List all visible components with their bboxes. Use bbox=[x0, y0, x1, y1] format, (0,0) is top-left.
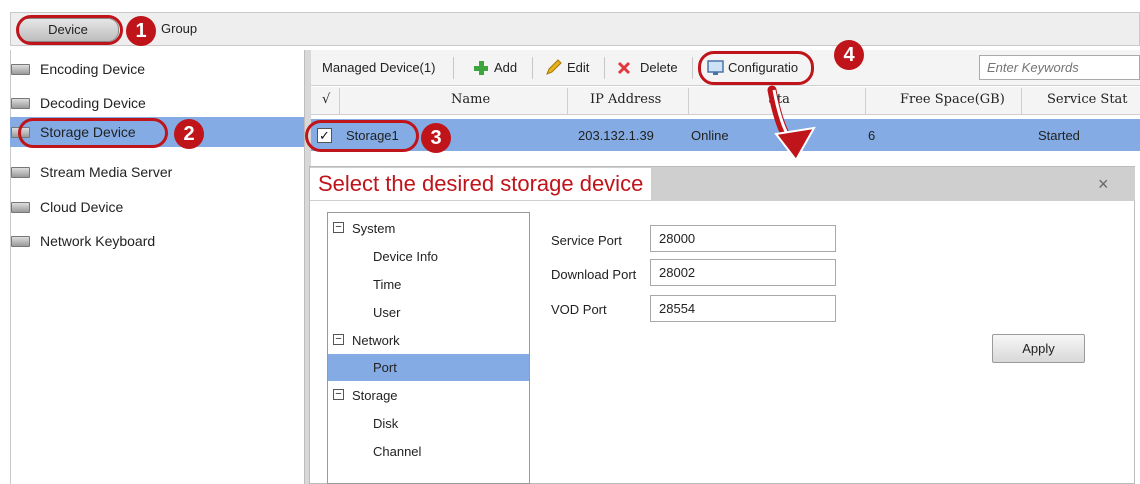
sidebar-item-label: Cloud Device bbox=[40, 199, 124, 215]
tree-node-label: Network bbox=[352, 333, 400, 348]
add-label: Add bbox=[494, 60, 518, 75]
delete-x-icon bbox=[617, 61, 631, 75]
tree-item-user[interactable]: User bbox=[373, 305, 400, 320]
edit-button[interactable]: Edit bbox=[540, 56, 600, 80]
collapse-icon[interactable]: − bbox=[333, 222, 344, 233]
column-divider bbox=[339, 88, 340, 115]
column-divider bbox=[567, 88, 568, 115]
sidebar-item-label: Decoding Device bbox=[40, 95, 146, 111]
tab-group[interactable]: Group bbox=[161, 21, 197, 36]
column-divider bbox=[865, 88, 866, 115]
download-port-input[interactable] bbox=[650, 259, 836, 286]
sidebar-item-decoding-device[interactable]: Decoding Device bbox=[11, 90, 304, 116]
delete-button[interactable]: Delete bbox=[614, 56, 688, 80]
tree-item-device-info[interactable]: Device Info bbox=[373, 249, 438, 264]
toolbar-divider bbox=[692, 57, 693, 79]
vod-port-input[interactable] bbox=[650, 295, 836, 322]
tree-item-port[interactable]: Port bbox=[373, 360, 397, 375]
sidebar-item-stream-media-server[interactable]: Stream Media Server bbox=[11, 159, 304, 185]
column-header-ip-address[interactable]: IP Address bbox=[590, 92, 661, 107]
sidebar-item-cloud-device[interactable]: Cloud Device bbox=[11, 194, 304, 220]
column-divider bbox=[688, 88, 689, 115]
table-header bbox=[311, 87, 1140, 115]
column-divider bbox=[1021, 88, 1022, 115]
pencil-icon bbox=[546, 59, 562, 75]
sidebar-item-label: Stream Media Server bbox=[40, 164, 173, 180]
search-input[interactable] bbox=[979, 55, 1140, 80]
apply-button[interactable]: Apply bbox=[992, 334, 1085, 363]
tree-selection-highlight bbox=[328, 354, 529, 381]
instruction-annotation: Select the desired storage device bbox=[310, 168, 652, 200]
vod-port-label: VOD Port bbox=[551, 302, 607, 317]
cloud-device-icon bbox=[11, 202, 30, 213]
server-icon bbox=[11, 167, 30, 178]
cell-status: Online bbox=[691, 128, 729, 143]
step-badge-1: 1 bbox=[126, 16, 156, 46]
sidebar-item-encoding-device[interactable]: Encoding Device bbox=[11, 56, 304, 82]
sidebar-item-label: Network Keyboard bbox=[40, 233, 156, 249]
callout-highlight-storage1 bbox=[305, 120, 419, 152]
toolbar-divider bbox=[532, 57, 533, 79]
service-port-label: Service Port bbox=[551, 233, 622, 248]
step-badge-3: 3 bbox=[421, 123, 451, 153]
decoder-icon bbox=[11, 98, 30, 109]
collapse-icon[interactable]: − bbox=[333, 389, 344, 400]
step-badge-4: 4 bbox=[834, 40, 864, 70]
sidebar-item-label: Encoding Device bbox=[40, 61, 146, 77]
toolbar-divider bbox=[604, 57, 605, 79]
step-badge-2: 2 bbox=[174, 119, 204, 149]
column-header-service-status[interactable]: Service Stat bbox=[1047, 92, 1128, 107]
column-header-free-space[interactable]: Free Space(GB) bbox=[900, 92, 1005, 107]
edit-label: Edit bbox=[567, 60, 590, 75]
callout-highlight-configuration bbox=[698, 51, 814, 85]
delete-label: Delete bbox=[640, 60, 678, 75]
column-header-name[interactable]: Name bbox=[451, 92, 490, 107]
plus-icon bbox=[474, 61, 488, 75]
close-icon[interactable]: × bbox=[1098, 174, 1109, 195]
keyboard-icon bbox=[11, 236, 30, 247]
tree-item-channel[interactable]: Channel bbox=[373, 444, 421, 459]
managed-device-count: Managed Device(1) bbox=[322, 60, 436, 75]
callout-highlight-storage-device bbox=[18, 118, 168, 148]
collapse-icon[interactable]: − bbox=[333, 334, 344, 345]
encoder-icon bbox=[11, 64, 30, 75]
cell-service-status: Started bbox=[1038, 128, 1080, 143]
cell-free-space: 6 bbox=[868, 128, 876, 143]
cell-ip-address: 203.132.1.39 bbox=[578, 128, 654, 143]
sidebar-item-network-keyboard[interactable]: Network Keyboard bbox=[11, 228, 304, 254]
download-port-label: Download Port bbox=[551, 267, 637, 282]
service-port-input[interactable] bbox=[650, 225, 836, 252]
toolbar-divider bbox=[453, 57, 454, 79]
tree-item-time[interactable]: Time bbox=[373, 277, 401, 292]
callout-highlight-device-tab bbox=[16, 15, 123, 45]
tree-node-label: Storage bbox=[352, 388, 398, 403]
add-button[interactable]: Add bbox=[464, 56, 524, 80]
tree-node-label: System bbox=[352, 221, 396, 236]
column-header-check[interactable]: √ bbox=[322, 92, 330, 107]
tree-item-disk[interactable]: Disk bbox=[373, 416, 398, 431]
